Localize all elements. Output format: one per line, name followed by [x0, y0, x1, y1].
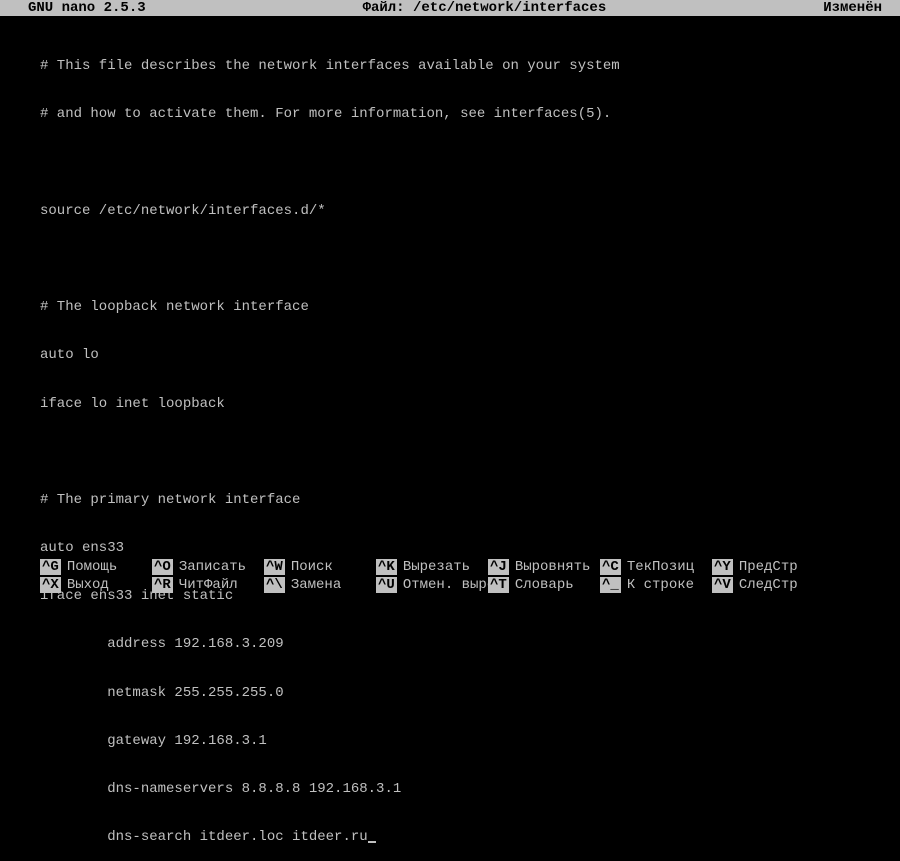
editor-line: # This file describes the network interf… — [40, 58, 860, 74]
shortcut-row-1: ^GПомощь ^OЗаписать ^WПоиск ^KВырезать ^… — [40, 558, 860, 576]
app-version: GNU nano 2.5.3 — [8, 0, 146, 16]
editor-line: netmask 255.255.255.0 — [40, 685, 860, 701]
shortcut-cut[interactable]: ^KВырезать — [376, 559, 488, 575]
shortcut-help[interactable]: ^GПомощь — [40, 559, 152, 575]
shortcut-gotoline[interactable]: ^_К строке — [600, 577, 712, 593]
editor-line: # The loopback network interface — [40, 299, 860, 315]
editor-line: auto lo — [40, 347, 860, 363]
editor-line: dns-nameservers 8.8.8.8 192.168.3.1 — [40, 781, 860, 797]
editor-line: source /etc/network/interfaces.d/* — [40, 203, 860, 219]
file-path: Файл: /etc/network/interfaces — [146, 0, 824, 16]
editor-line: # and how to activate them. For more inf… — [40, 106, 860, 122]
editor-line: auto ens33 — [40, 540, 860, 556]
editor-line: gateway 192.168.3.1 — [40, 733, 860, 749]
shortcut-row-2: ^XВыход ^RЧитФайл ^\Замена ^UОтмен. выре… — [40, 576, 860, 594]
shortcut-writeout[interactable]: ^OЗаписать — [152, 559, 264, 575]
cursor — [368, 841, 376, 843]
editor-line — [40, 155, 860, 171]
shortcut-uncut[interactable]: ^UОтмен. выре — [376, 577, 488, 593]
titlebar: GNU nano 2.5.3 Файл: /etc/network/interf… — [0, 0, 900, 16]
editor-line: # The primary network interface — [40, 492, 860, 508]
shortcut-replace[interactable]: ^\Замена — [264, 577, 376, 593]
shortcut-bar: ^GПомощь ^OЗаписать ^WПоиск ^KВырезать ^… — [40, 558, 860, 594]
shortcut-exit[interactable]: ^XВыход — [40, 577, 152, 593]
editor-line: iface lo inet loopback — [40, 396, 860, 412]
shortcut-readfile[interactable]: ^RЧитФайл — [152, 577, 264, 593]
modified-indicator: Изменён — [823, 0, 892, 16]
editor-line — [40, 444, 860, 460]
shortcut-spell[interactable]: ^TСловарь — [488, 577, 600, 593]
shortcut-nextpage[interactable]: ^VСледСтр — [712, 577, 824, 593]
shortcut-justify[interactable]: ^JВыровнять — [488, 559, 600, 575]
editor-line: address 192.168.3.209 — [40, 636, 860, 652]
editor-line — [40, 251, 860, 267]
shortcut-search[interactable]: ^WПоиск — [264, 559, 376, 575]
editor-line: dns-search itdeer.loc itdeer.ru — [40, 829, 860, 845]
editor-area[interactable]: # This file describes the network interf… — [0, 16, 900, 861]
shortcut-prevpage[interactable]: ^YПредСтр — [712, 559, 824, 575]
shortcut-curpos[interactable]: ^CТекПозиц — [600, 559, 712, 575]
